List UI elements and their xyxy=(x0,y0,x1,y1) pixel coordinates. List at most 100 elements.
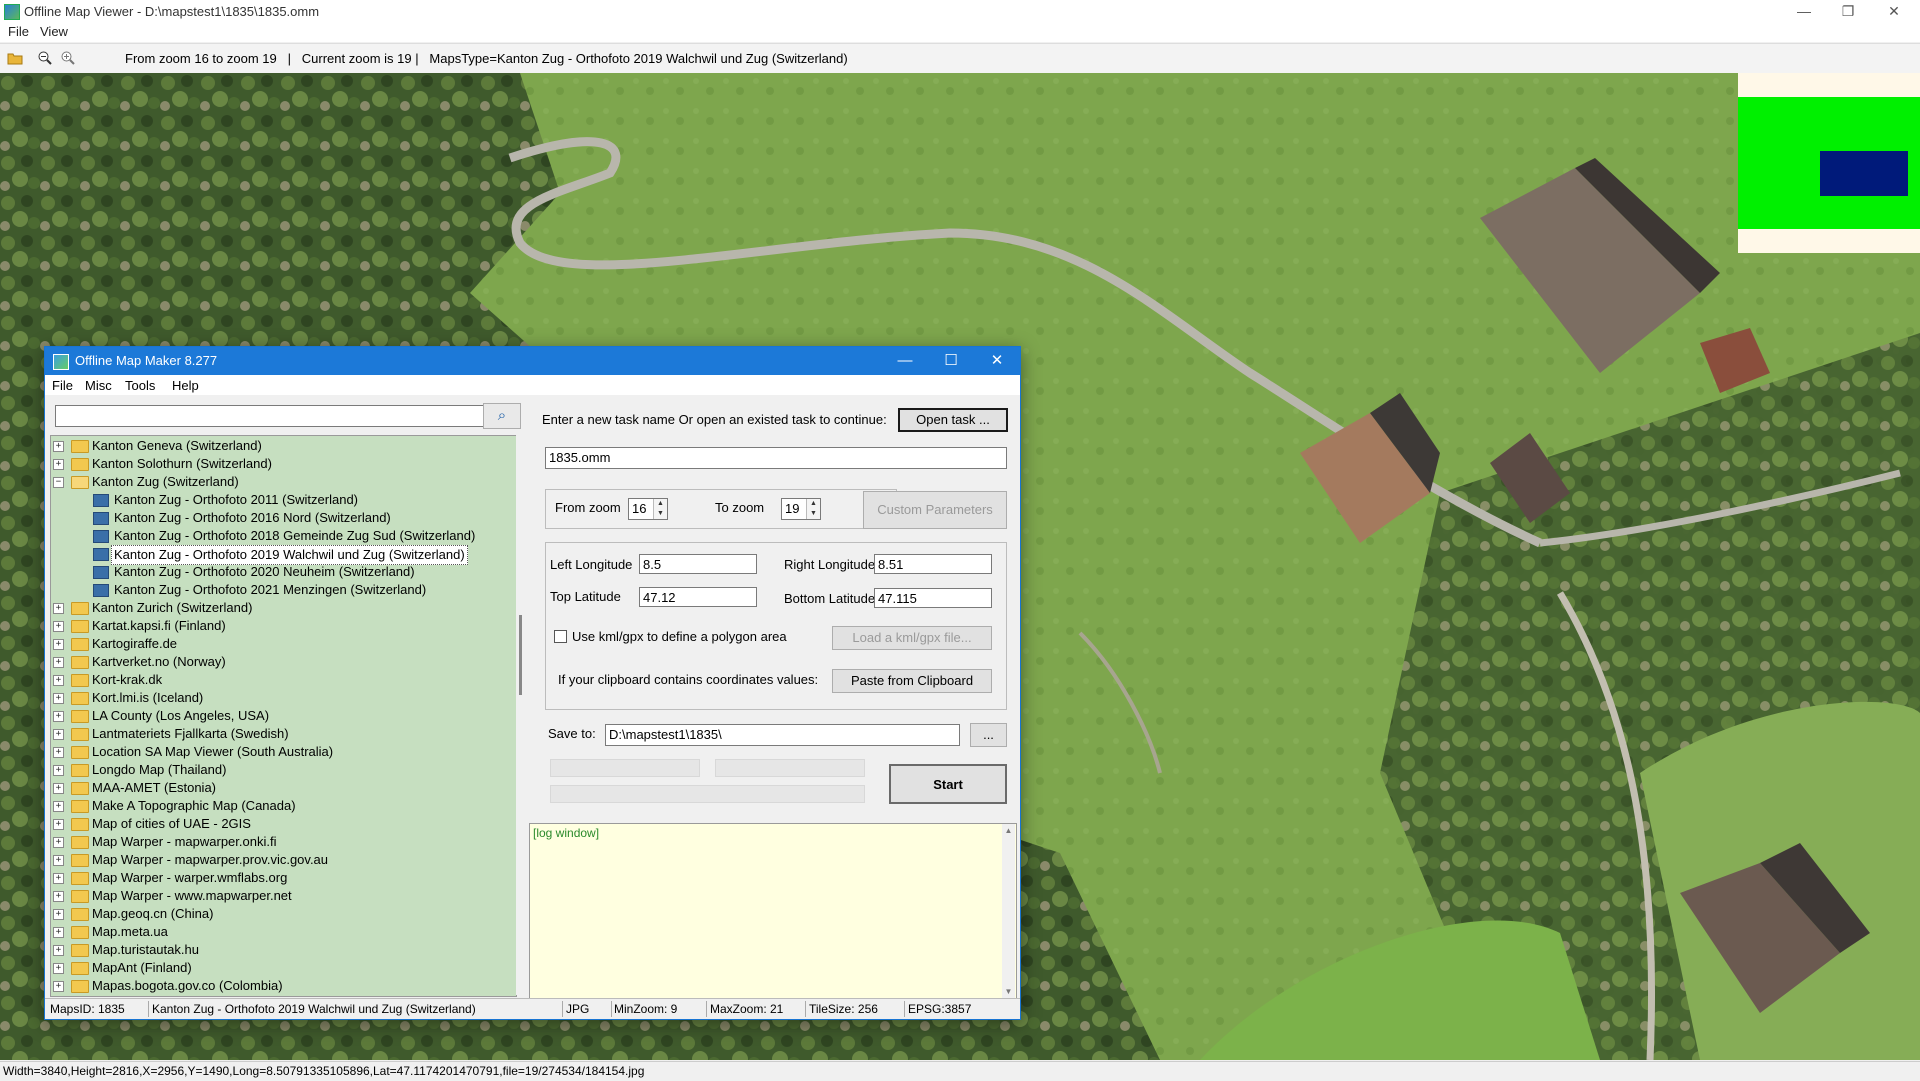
expand-icon[interactable]: + xyxy=(53,819,64,830)
expand-icon[interactable]: + xyxy=(53,873,64,884)
tree-scrollbar[interactable] xyxy=(516,435,526,995)
tree-item[interactable]: + Map Warper - www.mapwarper.net xyxy=(51,887,516,905)
tree-item[interactable]: − Kanton Zug (Switzerland) xyxy=(51,473,516,491)
scroll-up-icon[interactable]: ▲ xyxy=(1002,826,1015,835)
dialog-menu-misc[interactable]: Misc xyxy=(85,378,112,393)
zoom-in-icon[interactable] xyxy=(60,50,76,66)
tree-item[interactable]: + MAA-AMET (Estonia) xyxy=(51,779,516,797)
tree-item[interactable]: + Kanton Zurich (Switzerland) xyxy=(51,599,516,617)
tree-item[interactable]: + Kartogiraffe.de xyxy=(51,635,516,653)
expand-icon[interactable]: + xyxy=(53,603,64,614)
tree-item[interactable]: Kanton Zug - Orthofoto 2021 Menzingen (S… xyxy=(51,581,516,599)
tree-item[interactable]: Kanton Zug - Orthofoto 2018 Gemeinde Zug… xyxy=(51,527,516,545)
top-latitude-input[interactable]: 47.12 xyxy=(639,587,757,607)
minimize-button[interactable]: — xyxy=(1782,0,1826,22)
dialog-menu-file[interactable]: File xyxy=(52,378,73,393)
to-zoom-spin-arrows[interactable]: ▲ ▼ xyxy=(806,499,820,519)
overview-minimap[interactable] xyxy=(1738,73,1920,253)
bottom-latitude-input[interactable]: 47.115 xyxy=(874,588,992,608)
left-longitude-input[interactable]: 8.5 xyxy=(639,554,757,574)
log-window[interactable]: [log window] xyxy=(529,823,1017,1001)
expand-icon[interactable]: + xyxy=(53,747,64,758)
expand-icon[interactable]: + xyxy=(53,729,64,740)
overview-viewport[interactable] xyxy=(1820,151,1908,196)
search-button[interactable]: ⌕ xyxy=(483,403,521,429)
collapse-icon[interactable]: − xyxy=(53,477,64,488)
tree-item[interactable]: + Kanton Solothurn (Switzerland) xyxy=(51,455,516,473)
tree-item[interactable]: + LA County (Los Angeles, USA) xyxy=(51,707,516,725)
tree-item[interactable]: + Kartverket.no (Norway) xyxy=(51,653,516,671)
save-to-input[interactable]: D:\mapstest1\1835\ xyxy=(605,724,960,746)
tree-scroll-thumb[interactable] xyxy=(519,615,522,695)
tree-item[interactable]: Kanton Zug - Orthofoto 2011 (Switzerland… xyxy=(51,491,516,509)
map-source-tree[interactable]: + Kanton Geneva (Switzerland) + Kanton Solo… xyxy=(50,435,517,997)
dialog-menu-tools[interactable]: Tools xyxy=(125,378,155,393)
load-kml-button[interactable]: Load a kml/gpx file... xyxy=(832,626,992,650)
log-scrollbar[interactable]: ▲ ▼ xyxy=(1002,824,1015,998)
tree-item[interactable]: + Location SA Map Viewer (South Australia… xyxy=(51,743,516,761)
right-longitude-input[interactable]: 8.51 xyxy=(874,554,992,574)
expand-icon[interactable]: + xyxy=(53,765,64,776)
expand-icon[interactable]: + xyxy=(53,675,64,686)
browse-button[interactable]: ... xyxy=(970,723,1007,747)
expand-icon[interactable]: + xyxy=(53,711,64,722)
tree-item[interactable]: Kanton Zug - Orthofoto 2016 Nord (Switze… xyxy=(51,509,516,527)
tree-item[interactable]: Kanton Zug - Orthofoto 2020 Neuheim (Swi… xyxy=(51,563,516,581)
scroll-down-icon[interactable]: ▼ xyxy=(1002,987,1015,996)
dialog-maximize-button[interactable]: ☐ xyxy=(928,347,974,375)
open-folder-icon[interactable] xyxy=(7,50,23,66)
expand-icon[interactable]: + xyxy=(53,657,64,668)
expand-icon[interactable]: + xyxy=(53,783,64,794)
expand-icon[interactable]: + xyxy=(53,837,64,848)
expand-icon[interactable]: + xyxy=(53,963,64,974)
tree-item[interactable]: + Map of cities of UAE - 2GIS xyxy=(51,815,516,833)
custom-parameters-button[interactable]: Custom Parameters xyxy=(863,491,1007,529)
dialog-minimize-button[interactable]: — xyxy=(882,347,928,375)
expand-icon[interactable]: + xyxy=(53,801,64,812)
tree-item[interactable]: + Map.meta.ua xyxy=(51,923,516,941)
tree-item[interactable]: + MapAnt (Finland) xyxy=(51,959,516,977)
tree-item[interactable]: + Mapas.bogota.gov.co (Colombia) xyxy=(51,977,516,995)
tree-item[interactable]: + Map.turistautak.hu xyxy=(51,941,516,959)
start-button[interactable]: Start xyxy=(889,764,1007,804)
kml-checkbox-label: Use kml/gpx to define a polygon area xyxy=(572,629,787,644)
expand-icon[interactable]: + xyxy=(53,891,64,902)
expand-icon[interactable]: + xyxy=(53,927,64,938)
close-button[interactable]: ✕ xyxy=(1872,0,1916,22)
tree-item[interactable]: + Map Warper - mapwarper.prov.vic.gov.au xyxy=(51,851,516,869)
expand-icon[interactable]: + xyxy=(53,909,64,920)
tree-item[interactable]: + Kanton Geneva (Switzerland) xyxy=(51,437,516,455)
from-zoom-spinner[interactable]: 16 ▲ ▼ xyxy=(628,498,668,520)
zoom-out-icon[interactable] xyxy=(37,50,53,66)
tree-item[interactable]: + Map Warper - warper.wmflabs.org xyxy=(51,869,516,887)
open-task-button[interactable]: Open task ... xyxy=(898,408,1008,432)
expand-icon[interactable]: + xyxy=(53,639,64,650)
expand-icon[interactable]: + xyxy=(53,621,64,632)
menu-view[interactable]: View xyxy=(40,24,68,39)
tree-item[interactable]: + Lantmateriets Fjallkarta (Swedish) xyxy=(51,725,516,743)
tree-item[interactable]: + Kartat.kapsi.fi (Finland) xyxy=(51,617,516,635)
tree-item[interactable]: Kanton Zug - Orthofoto 2019 Walchwil und… xyxy=(51,545,516,565)
expand-icon[interactable]: + xyxy=(53,855,64,866)
map-search-input[interactable] xyxy=(55,405,485,427)
from-zoom-spin-arrows[interactable]: ▲ ▼ xyxy=(653,499,667,519)
expand-icon[interactable]: + xyxy=(53,981,64,992)
tree-item[interactable]: + Longdo Map (Thailand) xyxy=(51,761,516,779)
to-zoom-spinner[interactable]: 19 ▲ ▼ xyxy=(781,498,821,520)
task-name-input[interactable]: 1835.omm xyxy=(545,447,1007,469)
expand-icon[interactable]: + xyxy=(53,441,64,452)
tree-item[interactable]: + Make A Topographic Map (Canada) xyxy=(51,797,516,815)
tree-item[interactable]: + Kort-krak.dk xyxy=(51,671,516,689)
tree-item[interactable]: + Kort.lmi.is (Iceland) xyxy=(51,689,516,707)
paste-from-clipboard-button[interactable]: Paste from Clipboard xyxy=(832,669,992,693)
tree-item[interactable]: + Map Warper - mapwarper.onki.fi xyxy=(51,833,516,851)
expand-icon[interactable]: + xyxy=(53,945,64,956)
expand-icon[interactable]: + xyxy=(53,693,64,704)
dialog-menu-help[interactable]: Help xyxy=(172,378,199,393)
tree-item[interactable]: + Map.geoq.cn (China) xyxy=(51,905,516,923)
expand-icon[interactable]: + xyxy=(53,459,64,470)
maximize-button[interactable]: ❐ xyxy=(1826,0,1870,22)
menu-file[interactable]: File xyxy=(8,24,29,39)
kml-checkbox[interactable] xyxy=(554,630,567,643)
dialog-close-button[interactable]: ✕ xyxy=(974,347,1020,375)
